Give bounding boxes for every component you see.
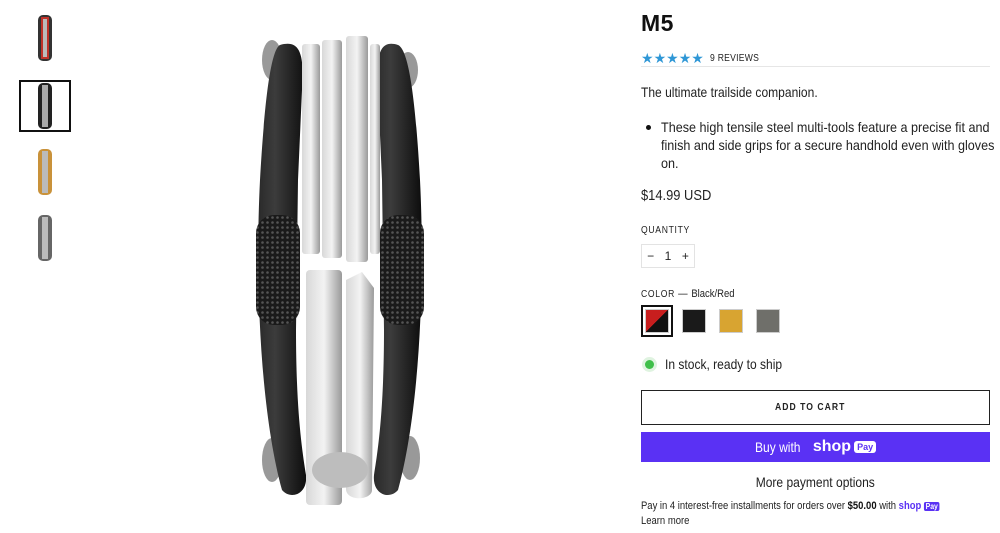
- quantity-stepper[interactable]: − 1 +: [641, 244, 695, 268]
- star-icon: ★: [691, 50, 704, 66]
- reviews-count[interactable]: 9 REVIEWS: [710, 53, 767, 64]
- rating[interactable]: ★ ★ ★ ★ ★ 9 REVIEWS: [641, 51, 767, 65]
- more-payment-options-link[interactable]: More payment options: [641, 474, 990, 490]
- thumbnail-black[interactable]: [19, 80, 71, 132]
- shop-pay-logo: shop Pay: [898, 500, 940, 512]
- in-stock-dot-icon: [645, 359, 654, 369]
- shop-pay-button[interactable]: Buy with shop Pay: [641, 432, 990, 462]
- shop-logo: shop: [812, 438, 852, 455]
- thumbnail-red[interactable]: [19, 12, 71, 64]
- color-label: COLOR — Black/Red: [641, 288, 735, 300]
- thumbnail-grey[interactable]: [19, 212, 71, 264]
- stock-status: In stock, ready to ship: [641, 356, 801, 372]
- pay-badge: Pay: [854, 441, 877, 453]
- swatch-chip: [645, 309, 669, 333]
- quantity-increase-button[interactable]: +: [677, 249, 694, 263]
- swatch-gold[interactable]: [715, 305, 747, 337]
- feature-bullets: These high tensile steel multi-tools fea…: [646, 118, 996, 172]
- divider: [641, 66, 990, 67]
- product-thumb-gold-image: [38, 149, 52, 195]
- product-main-image: [256, 36, 424, 505]
- swatch-chip: [756, 309, 780, 333]
- product-thumb-grey-image: [38, 215, 52, 261]
- thumbnail-gold[interactable]: [19, 146, 71, 198]
- star-icon: ★: [641, 50, 654, 66]
- color-swatches: [641, 305, 789, 337]
- add-to-cart-button[interactable]: ADD TO CART: [641, 390, 990, 425]
- quantity-label: QUANTITY: [641, 225, 690, 236]
- product-tagline: The ultimate trailside companion.: [641, 84, 818, 100]
- quantity-decrease-button[interactable]: −: [642, 249, 659, 263]
- learn-more-link[interactable]: Learn more: [641, 515, 697, 527]
- feature-bullet: These high tensile steel multi-tools fea…: [646, 118, 996, 172]
- star-icon: ★: [653, 50, 667, 66]
- swatch-black[interactable]: [678, 305, 710, 337]
- installments-note: Pay in 4 interest-free installments for …: [641, 500, 940, 512]
- swatch-chip: [719, 309, 743, 333]
- swatch-grey[interactable]: [752, 305, 784, 337]
- product-price: $14.99 USD: [641, 187, 712, 204]
- product-thumb-black-image: [38, 83, 52, 129]
- bullet-dot-icon: [646, 125, 651, 130]
- quantity-value[interactable]: 1: [659, 249, 676, 263]
- star-icon: ★: [666, 50, 679, 66]
- swatch-black-red[interactable]: [641, 305, 673, 337]
- star-icon: ★: [678, 50, 692, 66]
- product-title: M5: [641, 10, 674, 36]
- product-thumb-red-image: [38, 15, 52, 61]
- swatch-chip: [682, 309, 706, 333]
